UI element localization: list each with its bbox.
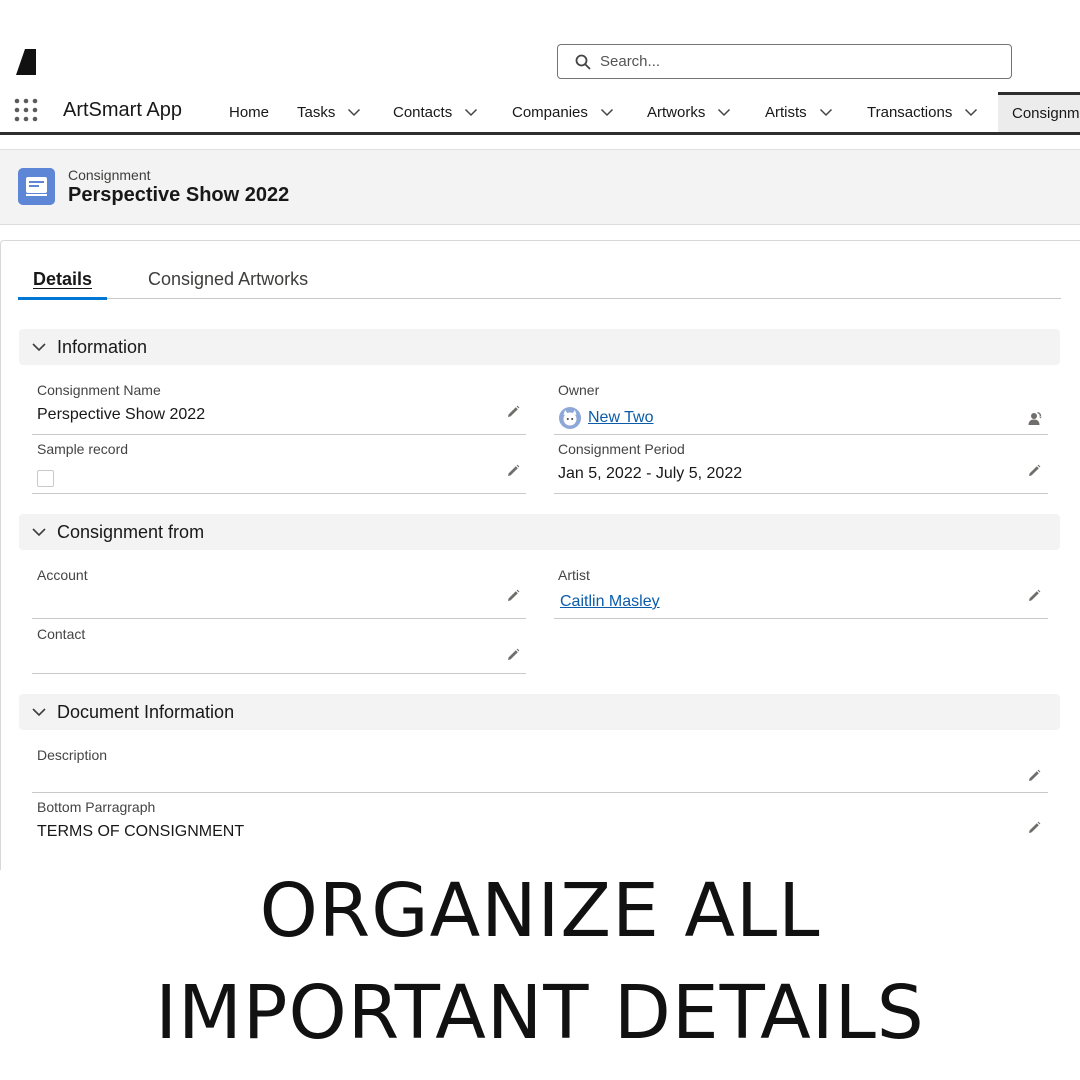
artist-link[interactable]: Caitlin Masley — [560, 593, 660, 611]
bottom-paragraph-label: Bottom Parragraph — [37, 799, 156, 815]
chevron-down-icon[interactable] — [31, 339, 47, 355]
tab-divider — [18, 298, 1061, 299]
consignment-period-label: Consignment Period — [558, 441, 685, 457]
edit-pencil-icon[interactable] — [1026, 768, 1042, 784]
tagline-line-2: IMPORTANT DETAILS — [155, 970, 925, 1056]
global-search-input[interactable]: Search... — [557, 44, 1012, 79]
bottom-paragraph-value: TERMS OF CONSIGNMENT — [37, 823, 245, 840]
section-document-information-header[interactable]: Document Information — [19, 694, 1060, 730]
nav-item-transactions[interactable]: Transactions — [867, 92, 978, 132]
app-launcher-icon[interactable] — [13, 97, 39, 123]
tab-active-indicator — [18, 297, 107, 300]
consignment-name-label: Consignment Name — [37, 382, 161, 398]
contact-label: Contact — [37, 626, 86, 642]
chevron-down-icon[interactable] — [347, 105, 361, 119]
artist-label: Artist — [558, 567, 590, 583]
field-underline — [554, 618, 1048, 619]
brand-logo[interactable] — [16, 49, 36, 75]
field-underline — [32, 493, 526, 494]
record-header: Consignment Perspective Show 2022 — [0, 149, 1080, 225]
owner-avatar — [559, 407, 581, 429]
section-consignment-from-header[interactable]: Consignment from — [19, 514, 1060, 550]
change-owner-icon[interactable] — [1025, 410, 1043, 428]
field-underline — [554, 493, 1048, 494]
nav-item-label: Companies — [512, 103, 588, 121]
nav-item-companies[interactable]: Companies — [512, 92, 614, 132]
section-title: Consignment from — [57, 521, 205, 542]
tab-details[interactable]: Details — [33, 269, 92, 290]
chevron-down-icon[interactable] — [600, 105, 614, 119]
chevron-down-icon[interactable] — [819, 105, 833, 119]
consignment-name-value: Perspective Show 2022 — [37, 406, 206, 423]
app-name: ArtSmart App — [63, 99, 182, 121]
nav-item-label: Contacts — [393, 103, 453, 121]
nav-item-label: Consignm — [1012, 105, 1080, 122]
chevron-down-icon[interactable] — [31, 704, 47, 720]
edit-pencil-icon[interactable] — [505, 463, 521, 479]
nav-item-consignments[interactable]: Consignm — [998, 92, 1080, 132]
consignment-record-icon — [18, 168, 55, 205]
record-title: Perspective Show 2022 — [68, 184, 290, 206]
section-title: Document Information — [57, 701, 235, 722]
chevron-down-icon[interactable] — [464, 105, 478, 119]
nav-item-tasks[interactable]: Tasks — [297, 92, 361, 132]
field-underline — [554, 434, 1048, 435]
global-header: Search... — [0, 0, 1080, 92]
search-icon — [575, 54, 591, 69]
chevron-down-icon[interactable] — [964, 105, 978, 119]
nav-item-contacts[interactable]: Contacts — [393, 92, 478, 132]
description-label: Description — [37, 747, 108, 763]
section-information-header[interactable]: Information — [19, 329, 1060, 365]
field-underline — [32, 434, 526, 435]
chevron-down-icon[interactable] — [717, 105, 731, 119]
consignment-period-value: Jan 5, 2022 - July 5, 2022 — [558, 465, 743, 482]
tab-consigned-artworks[interactable]: Consigned Artworks — [148, 269, 308, 290]
edit-pencil-icon[interactable] — [505, 647, 521, 663]
nav-item-artworks[interactable]: Artworks — [647, 92, 731, 132]
sample-record-label: Sample record — [37, 441, 129, 457]
tagline-line-1: ORGANIZE ALL — [259, 868, 821, 954]
nav-item-label: Home — [229, 103, 270, 121]
nav-item-artists[interactable]: Artists — [765, 92, 833, 132]
nav-item-label: Tasks — [297, 103, 336, 121]
record-type-label: Consignment — [68, 167, 151, 183]
owner-link[interactable]: New Two — [588, 409, 654, 427]
field-underline — [32, 792, 1048, 793]
chevron-down-icon[interactable] — [31, 524, 47, 540]
nav-item-label: Artists — [765, 103, 807, 121]
field-underline — [32, 673, 526, 674]
edit-pencil-icon[interactable] — [505, 404, 521, 420]
section-title: Information — [57, 336, 148, 357]
sample-record-checkbox[interactable] — [37, 470, 54, 487]
edit-pencil-icon[interactable] — [505, 588, 521, 604]
nav-item-label: Transactions — [867, 103, 953, 121]
edit-pencil-icon[interactable] — [1026, 820, 1042, 836]
nav-item-label: Artworks — [647, 103, 706, 121]
nav-item-home[interactable]: Home — [229, 92, 269, 132]
account-label: Account — [37, 567, 88, 583]
edit-pencil-icon[interactable] — [1026, 463, 1042, 479]
search-placeholder: Search... — [600, 53, 661, 70]
owner-label: Owner — [558, 382, 600, 398]
app-nav-bar: ArtSmart App Home Tasks Contacts Compani… — [0, 92, 1080, 135]
edit-pencil-icon[interactable] — [1026, 588, 1042, 604]
field-underline — [32, 618, 526, 619]
